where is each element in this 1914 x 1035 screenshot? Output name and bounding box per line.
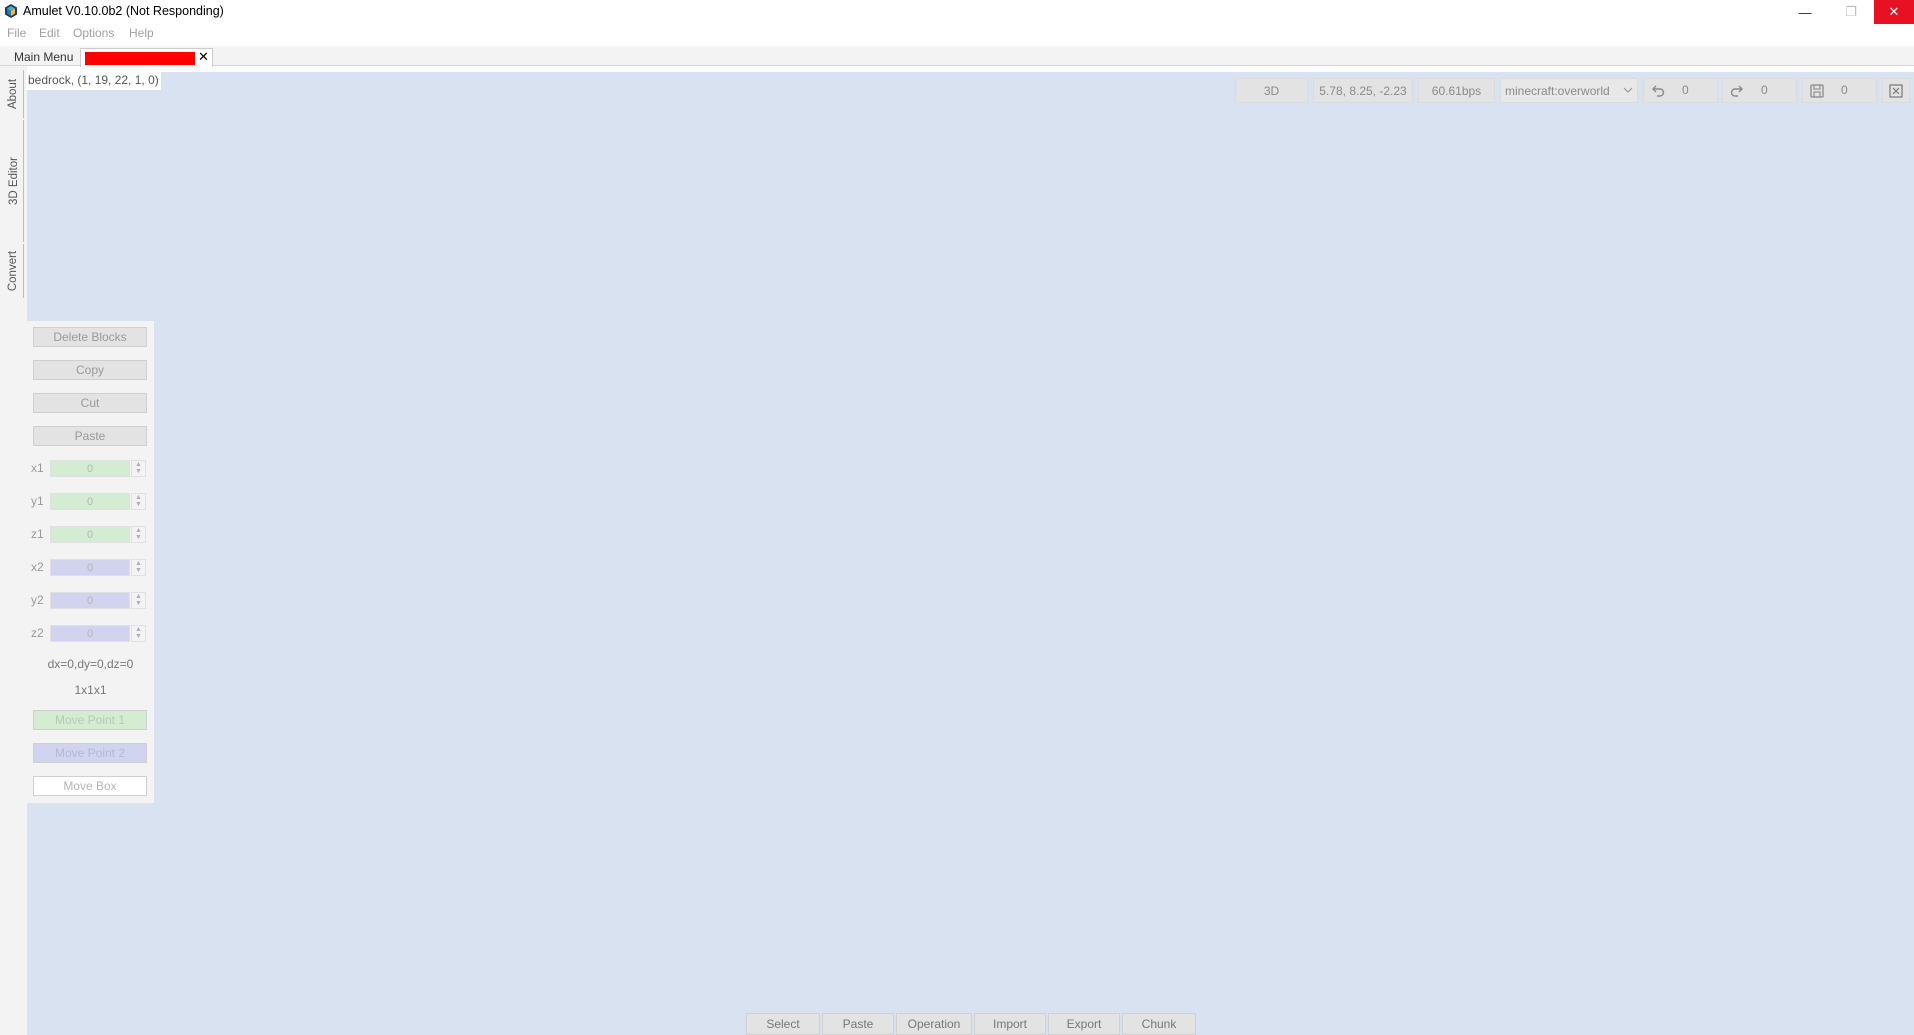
selection-delta: dx=0,dy=0,dz=0 [47,657,134,671]
y1-label: y1 [31,494,44,508]
close-world-button[interactable] [1882,78,1910,103]
z2-stepper[interactable]: ▲ ▼ [131,625,146,642]
delete-blocks-button[interactable]: Delete Blocks [33,327,147,347]
redo-button[interactable]: 0 [1722,78,1797,103]
tool-bar: Select Paste Operation Import Export Chu… [746,1013,1196,1035]
copy-button[interactable]: Copy [33,360,147,380]
redo-icon [1730,85,1743,97]
tab-bar: Main Menu ✕ [0,46,1914,67]
tool-select[interactable]: Select [746,1013,820,1035]
undo-count: 0 [1682,83,1689,97]
side-tab-about[interactable]: About [4,70,24,118]
view-mode-button[interactable]: 3D [1235,78,1308,103]
chevron-down-icon [1623,87,1633,93]
y2-stepper[interactable]: ▲ ▼ [131,592,146,609]
menu-help[interactable]: Help [129,26,154,40]
move-box-button[interactable]: Move Box [33,776,147,796]
x1-input[interactable]: 0 [50,460,130,477]
side-tab-3d-editor[interactable]: 3D Editor [4,120,24,242]
y1-stepper[interactable]: ▲ ▼ [131,493,146,510]
tab-main-menu[interactable]: Main Menu [14,50,73,64]
save-count: 0 [1841,83,1848,97]
camera-position-display[interactable]: 5.78, 8.25, -2.23 [1313,78,1413,103]
side-tab-convert[interactable]: Convert [4,244,24,298]
camera-speed-display[interactable]: 60.61bps [1418,78,1495,103]
side-tab-3d-editor-label: 3D Editor [7,157,20,205]
cursor-block-info: bedrock, (1, 19, 22, 1, 0) [26,72,161,90]
close-box-icon [1889,83,1903,98]
paste-button[interactable]: Paste [33,426,147,446]
x2-input[interactable]: 0 [50,559,130,576]
tool-paste[interactable]: Paste [822,1013,894,1035]
window-title: Amulet V0.10.0b2 (Not Responding) [23,4,224,18]
x2-label: x2 [31,560,44,574]
save-icon [1810,84,1824,98]
maximize-button[interactable]: ❐ [1828,0,1874,24]
dimension-select[interactable]: minecraft:overworld [1500,78,1638,103]
y1-input[interactable]: 0 [50,493,130,510]
z1-label: z1 [31,527,44,541]
world-name-redacted [85,52,195,65]
z1-input[interactable]: 0 [50,526,130,543]
selection-size: 1x1x1 [74,683,107,697]
amulet-app-icon [5,4,17,18]
undo-button[interactable]: 0 [1643,78,1718,103]
tool-import[interactable]: Import [974,1013,1046,1035]
tool-chunk[interactable]: Chunk [1122,1013,1196,1035]
z1-stepper[interactable]: ▲ ▼ [131,526,146,543]
move-point-1-button[interactable]: Move Point 1 [33,710,147,730]
x2-stepper[interactable]: ▲ ▼ [131,559,146,576]
tool-operation[interactable]: Operation [896,1013,972,1035]
close-tab-icon[interactable]: ✕ [198,49,209,65]
menu-bar: File Edit Options Help [0,24,1914,44]
y2-label: y2 [31,593,44,607]
close-window-button[interactable]: ✕ [1874,0,1914,24]
side-tab-strip: About 3D Editor Convert [0,66,27,1035]
tab-world[interactable]: ✕ [80,48,213,67]
undo-icon [1652,85,1665,97]
move-point-2-button[interactable]: Move Point 2 [33,743,147,763]
3d-viewport[interactable] [27,72,1914,1035]
side-tab-convert-label: Convert [7,250,20,292]
redo-count: 0 [1761,83,1768,97]
x1-stepper[interactable]: ▲ ▼ [131,460,146,477]
dimension-select-value: minecraft:overworld [1505,83,1610,98]
menu-options[interactable]: Options [73,26,114,40]
save-button[interactable]: 0 [1802,78,1877,103]
y2-input[interactable]: 0 [50,592,130,609]
minimize-button[interactable]: — [1782,0,1828,24]
z2-label: z2 [31,626,44,640]
cut-button[interactable]: Cut [33,393,147,413]
z2-input[interactable]: 0 [50,625,130,642]
title-bar: Amulet V0.10.0b2 (Not Responding) — ❐ ✕ [0,0,1914,24]
menu-file[interactable]: File [7,26,26,40]
tool-export[interactable]: Export [1048,1013,1120,1035]
x1-label: x1 [31,461,44,475]
selection-panel: Delete Blocks Copy Cut Paste x1 0 ▲ ▼ y1 … [27,321,154,803]
side-tab-about-label: About [7,78,20,110]
menu-edit[interactable]: Edit [39,26,60,40]
